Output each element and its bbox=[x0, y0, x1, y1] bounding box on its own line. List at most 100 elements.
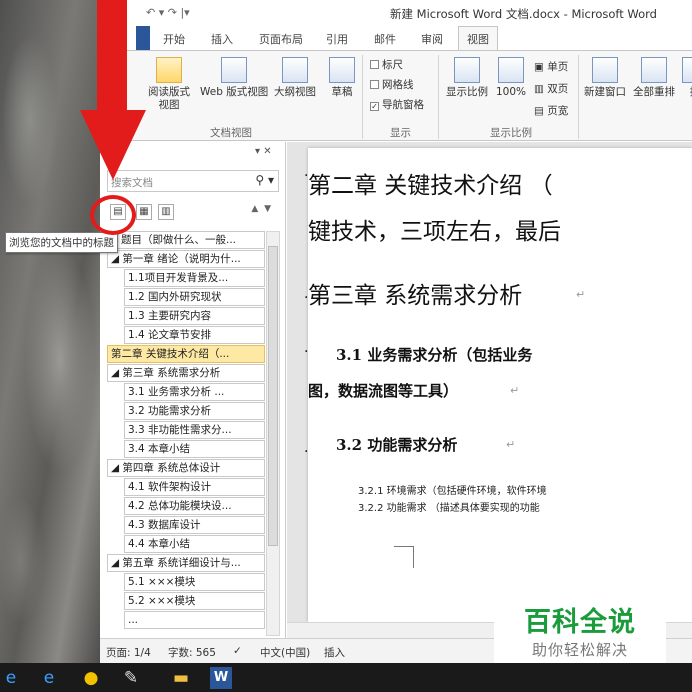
heading-chapter-2-line1: 第二章 关键技术介绍 （ bbox=[308, 173, 553, 199]
heading-node[interactable]: ◢ 第三章 系统需求分析 bbox=[107, 364, 265, 382]
heading-node[interactable]: ◢ 第五章 系统详细设计与... bbox=[107, 554, 265, 572]
heading-node[interactable]: 1.3 主要研究内容 bbox=[124, 307, 265, 325]
heading-node[interactable]: 4.1 软件架构设计 bbox=[124, 478, 265, 496]
heading-node[interactable]: 1.4 论文章节安排 bbox=[124, 326, 265, 344]
one-page-button[interactable]: ▣ 单页 bbox=[534, 59, 568, 74]
nav-pane-controls[interactable]: ▾ ✕ bbox=[255, 146, 272, 157]
web-layout-button[interactable]: Web 版式视图 bbox=[200, 57, 268, 99]
heading-3-2-2: 3.2.2 功能需求 （描述具体要实现的功能 bbox=[358, 503, 540, 514]
heading-node[interactable]: 3.4 本章小结 bbox=[124, 440, 265, 458]
heading-node[interactable]: 5.2 ×××模块 bbox=[124, 592, 265, 610]
draft-view-button[interactable]: 草稿 bbox=[329, 57, 355, 99]
watermark-title: 百科全说 bbox=[524, 607, 636, 638]
tab-page-layout[interactable]: 页面布局 bbox=[259, 31, 303, 47]
heading-node-selected[interactable]: 第二章 关键技术介绍（... bbox=[107, 345, 265, 363]
word-window: ↶ ▾ ↷ |▾ 新建 Microsoft Word 文档.docx - Mic… bbox=[100, 0, 692, 663]
taskbar: e e ● ✎ ▬ W bbox=[0, 663, 692, 692]
language-indicator[interactable]: 中文(中国) bbox=[260, 645, 310, 660]
heading-3-1-line1: 3.1 业务需求分析（包括业务 bbox=[336, 346, 533, 364]
qq-icon[interactable]: ● bbox=[80, 667, 102, 689]
red-arrow-annotation bbox=[80, 0, 146, 180]
tab-insert[interactable]: 插入 bbox=[211, 31, 233, 47]
zoom-button[interactable]: 显示比例 bbox=[446, 57, 488, 99]
tab-view[interactable]: 视图 bbox=[458, 26, 498, 51]
heading-chapter-2-line2: 键技术，三项左右，最后 bbox=[308, 219, 561, 245]
heading-node[interactable]: ◢ 第四章 系统总体设计 bbox=[107, 459, 265, 477]
paint-icon[interactable]: ✎ bbox=[120, 667, 142, 689]
paragraph-mark: ↵ bbox=[576, 288, 586, 301]
search-icon[interactable]: ⚲ ▾ bbox=[255, 173, 274, 187]
new-window-button[interactable]: 新建窗口 bbox=[584, 57, 626, 99]
watermark-subtitle: 助你轻松解决 bbox=[531, 641, 628, 659]
heading-3-2-1: 3.2.1 环境需求（包括硬件环境，软件环境 bbox=[358, 486, 547, 497]
split-icon bbox=[682, 57, 692, 83]
heading-node[interactable]: ◢ 第一章 绪论（说明为什... bbox=[107, 250, 265, 268]
tab-mailings[interactable]: 邮件 bbox=[374, 31, 396, 47]
checkmark-icon: ✓ bbox=[370, 102, 379, 111]
folder-icon[interactable]: ▬ bbox=[170, 667, 192, 689]
nav-pane-checkbox[interactable]: ✓ 导航窗格 bbox=[370, 97, 424, 112]
ie-icon[interactable]: e bbox=[0, 667, 22, 689]
heading-node[interactable]: 3.2 功能需求分析 bbox=[124, 402, 265, 420]
paragraph-bullet: . bbox=[304, 440, 309, 456]
tab-references[interactable]: 引用 bbox=[326, 31, 348, 47]
heading-node[interactable]: 5.1 ×××模块 bbox=[124, 573, 265, 591]
group-label-document-views: 文档视图 bbox=[210, 127, 252, 139]
pages-icon: ▦ bbox=[139, 206, 149, 217]
page-counter[interactable]: 页面: 1/4 bbox=[106, 645, 151, 660]
window-title: 新建 Microsoft Word 文档.docx - Microsoft Wo… bbox=[390, 7, 657, 21]
checkbox-icon bbox=[370, 80, 379, 89]
arrange-all-button[interactable]: 全部重排 bbox=[633, 57, 675, 99]
heading-node[interactable]: 4.3 数据库设计 bbox=[124, 516, 265, 534]
heading-node[interactable]: ... bbox=[124, 611, 265, 629]
red-circle-annotation bbox=[90, 195, 136, 235]
results-icon: ▥ bbox=[161, 206, 171, 217]
draft-icon bbox=[329, 57, 355, 83]
group-divider bbox=[438, 55, 439, 139]
headings-tooltip: 浏览您的文档中的标题 bbox=[5, 232, 118, 253]
nav-previous-next[interactable]: ▲ ▼ bbox=[251, 204, 271, 214]
heading-node[interactable]: 1.2 国内外研究现状 bbox=[124, 288, 265, 306]
word-count[interactable]: 字数: 565 bbox=[168, 645, 216, 660]
ruler-checkbox[interactable]: 标尺 bbox=[370, 57, 403, 72]
watermark-logo: 百科全说 助你轻松解决 bbox=[494, 596, 666, 666]
title-bar: ↶ ▾ ↷ |▾ 新建 Microsoft Word 文档.docx - Mic… bbox=[100, 0, 692, 26]
outline-view-button[interactable]: 大纲视图 bbox=[274, 57, 316, 99]
arrange-icon bbox=[641, 57, 667, 83]
split-button[interactable]: 抗 bbox=[682, 57, 692, 99]
document-page[interactable]: · 第二章 关键技术介绍 （ 键技术，三项左右，最后 . 第三章 系统需求分析 … bbox=[304, 148, 692, 622]
nav-scroll-thumb[interactable] bbox=[268, 246, 278, 546]
group-divider bbox=[578, 55, 579, 139]
heading-node[interactable]: 题目（即做什么、一般... bbox=[117, 231, 265, 249]
nav-scrollbar[interactable] bbox=[266, 231, 280, 636]
proofing-icon[interactable]: ✓ bbox=[233, 645, 242, 657]
outline-icon bbox=[282, 57, 308, 83]
group-label-show: 显示 bbox=[390, 127, 411, 139]
paragraph-mark: ↵ bbox=[506, 438, 516, 451]
heading-node[interactable]: 4.4 本章小结 bbox=[124, 535, 265, 553]
tab-review[interactable]: 审阅 bbox=[421, 31, 443, 47]
word-icon[interactable]: W bbox=[210, 667, 232, 689]
heading-node[interactable]: 3.3 非功能性需求分... bbox=[124, 421, 265, 439]
two-pages-button[interactable]: ▥ 双页 bbox=[534, 81, 568, 96]
zoom-100-button[interactable]: 100% bbox=[496, 57, 526, 99]
new-window-icon bbox=[592, 57, 618, 83]
insert-mode-indicator[interactable]: 插入 bbox=[324, 645, 345, 660]
tab-home[interactable]: 开始 bbox=[163, 31, 185, 47]
checkbox-icon bbox=[370, 60, 379, 69]
group-divider bbox=[362, 55, 363, 139]
heading-node[interactable]: 3.1 业务需求分析 ... bbox=[124, 383, 265, 401]
heading-node[interactable]: 4.2 总体功能模块设... bbox=[124, 497, 265, 515]
ribbon-view: 阅读版式 视图 Web 版式视图 大纲视图 草稿 文档视图 标尺 网格线 ✓ 导航… bbox=[100, 50, 692, 141]
browse-pages-tab[interactable]: ▦ bbox=[136, 204, 152, 220]
page-width-button[interactable]: ▤ 页宽 bbox=[534, 103, 568, 118]
browse-results-tab[interactable]: ▥ bbox=[158, 204, 174, 220]
page-crop-mark bbox=[394, 546, 414, 568]
gridlines-checkbox[interactable]: 网格线 bbox=[370, 77, 414, 92]
group-label-zoom: 显示比例 bbox=[490, 127, 532, 139]
magnifier-icon bbox=[454, 57, 480, 83]
paragraph-mark: ↵ bbox=[510, 384, 520, 397]
edge-icon[interactable]: e bbox=[38, 667, 60, 689]
page-100-icon bbox=[498, 57, 525, 83]
heading-node[interactable]: 1.1项目开发背景及... bbox=[124, 269, 265, 287]
